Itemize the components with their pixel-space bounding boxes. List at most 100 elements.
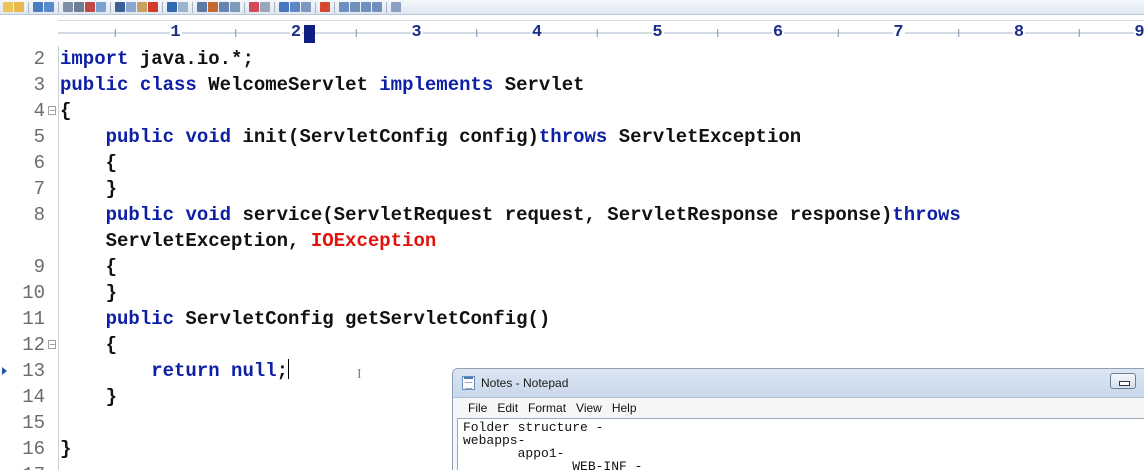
code-line[interactable]: 2 import java.io.*; — [0, 46, 1144, 72]
copy-icon[interactable] — [126, 2, 136, 12]
spell-check-icon[interactable] — [85, 2, 95, 12]
line-number: 12 — [22, 334, 45, 356]
keyword-token: public — [105, 204, 175, 226]
code-text[interactable]: } — [60, 280, 117, 306]
code-line[interactable]: 10 } — [0, 280, 1144, 306]
minimize-button[interactable] — [1110, 373, 1136, 389]
find-in-files-icon[interactable] — [219, 2, 229, 12]
code-token: init(ServletConfig config) — [231, 126, 539, 148]
code-token: ServletException, — [60, 230, 311, 252]
code-line[interactable]: 6 { — [0, 150, 1144, 176]
code-line[interactable]: 12− { — [0, 332, 1144, 358]
help-icon[interactable] — [391, 2, 401, 12]
code-line[interactable]: ServletException, IOException — [0, 228, 1144, 254]
code-text[interactable]: public ServletConfig getServletConfig() — [60, 306, 551, 332]
save-all-icon[interactable] — [44, 2, 54, 12]
notepad-window[interactable]: Notes - Notepad File Edit Format View Help F… — [452, 368, 1144, 470]
code-token: ServletException — [607, 126, 802, 148]
line-number: 8 — [33, 204, 45, 226]
ruler-ticks — [58, 29, 1144, 37]
goto-icon[interactable] — [230, 2, 240, 12]
notepad-text-area[interactable]: Folder structure - webapps- appo1- WEB-IN… — [457, 418, 1144, 470]
code-text[interactable]: } — [60, 436, 71, 462]
code-text[interactable]: { — [60, 98, 71, 124]
window-icon[interactable] — [339, 2, 349, 12]
keyword-token: implements — [379, 74, 494, 96]
column-icon[interactable] — [301, 2, 311, 12]
keyword-token: throws — [538, 126, 608, 148]
fold-toggle-icon[interactable]: − — [48, 340, 56, 349]
document-icon[interactable] — [96, 2, 106, 12]
line-number: 2 — [33, 48, 45, 70]
toolbar-separator — [386, 1, 387, 13]
code-token: service(ServletRequest request, ServletR… — [231, 204, 893, 226]
line-number: 11 — [22, 308, 45, 330]
replace-icon[interactable] — [208, 2, 218, 12]
code-line[interactable]: 9 { — [0, 254, 1144, 280]
code-line[interactable]: 7 } — [0, 176, 1144, 202]
notepad-title: Notes - Notepad — [481, 376, 569, 390]
ruler-number: 7 — [892, 23, 905, 42]
cascade-icon[interactable] — [361, 2, 371, 12]
maximize-icon[interactable] — [372, 2, 382, 12]
find-icon[interactable] — [197, 2, 207, 12]
open-folder-icon[interactable] — [14, 2, 24, 12]
code-line[interactable]: 3 public class WelcomeServlet implements … — [0, 72, 1144, 98]
code-text[interactable]: } — [60, 384, 117, 410]
tile-icon[interactable] — [350, 2, 360, 12]
font-icon[interactable] — [249, 2, 259, 12]
word-wrap-icon[interactable] — [260, 2, 270, 12]
notepad-titlebar[interactable]: Notes - Notepad — [453, 369, 1144, 398]
menu-view[interactable]: View — [571, 401, 607, 415]
code-text[interactable]: return null; — [60, 358, 290, 384]
print-icon[interactable] — [74, 2, 84, 12]
code-text[interactable]: { — [60, 332, 117, 358]
keyword-token: void — [185, 204, 232, 226]
ruler-number: 8 — [1012, 23, 1026, 42]
paste-icon[interactable] — [137, 2, 147, 12]
save-icon[interactable] — [33, 2, 43, 12]
toggle-icon[interactable] — [279, 2, 289, 12]
code-line[interactable]: 8 public void service(ServletRequest req… — [0, 202, 1144, 228]
menu-format[interactable]: Format — [523, 401, 571, 415]
cut-icon[interactable] — [115, 2, 125, 12]
menu-help[interactable]: Help — [607, 401, 642, 415]
code-token: } — [60, 282, 118, 304]
new-file-icon[interactable] — [3, 2, 13, 12]
keyword-token: public — [105, 308, 175, 330]
undo-icon[interactable] — [167, 2, 177, 12]
line-number: 16 — [22, 438, 45, 460]
code-text[interactable]: ServletException, IOException — [60, 228, 437, 254]
line-number: 17 — [0, 462, 45, 470]
check-icon[interactable] — [320, 2, 330, 12]
code-text[interactable]: public void init(ServletConfig config)th… — [60, 124, 802, 150]
menu-file[interactable]: File — [463, 401, 492, 415]
code-text[interactable]: import java.io.*; — [60, 46, 254, 72]
code-text[interactable]: { — [60, 254, 117, 280]
line-number: 9 — [33, 256, 45, 278]
code-token: WelcomeServlet — [196, 74, 380, 96]
ruler-number: 5 — [651, 23, 664, 42]
code-text[interactable]: { — [60, 150, 117, 176]
code-line[interactable]: 4−{ — [0, 98, 1144, 124]
code-text[interactable]: } — [60, 176, 117, 202]
redo-icon[interactable] — [178, 2, 188, 12]
print-preview-icon[interactable] — [63, 2, 73, 12]
menu-edit[interactable]: Edit — [492, 401, 523, 415]
toolbar-separator — [334, 1, 335, 13]
code-text[interactable]: public void service(ServletRequest reque… — [60, 202, 961, 228]
toolbar-separator — [315, 1, 316, 13]
delete-icon[interactable] — [148, 2, 158, 12]
notepad-icon — [462, 376, 475, 390]
code-text[interactable]: public class WelcomeServlet implements S… — [60, 72, 585, 98]
keyword-token: import — [60, 48, 129, 70]
fold-toggle-icon[interactable]: − — [48, 106, 56, 115]
ruler: 1 2 3 4 5 6 7 8 9 — [0, 15, 1144, 45]
code-line[interactable]: 11 public ServletConfig getServletConfig… — [0, 306, 1144, 332]
code-line[interactable]: 5 public void init(ServletConfig config)… — [0, 124, 1144, 150]
list-icon[interactable] — [290, 2, 300, 12]
